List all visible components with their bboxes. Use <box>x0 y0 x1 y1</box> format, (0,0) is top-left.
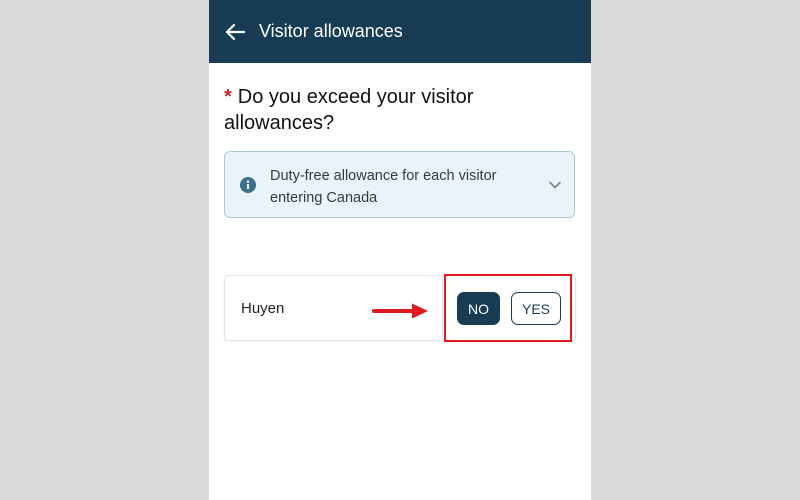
question-text: Do you exceed your visitor allowances? <box>224 86 474 134</box>
arrow-left-icon <box>225 23 246 40</box>
question-heading: * Do you exceed your visitor allowances? <box>224 84 564 136</box>
no-button[interactable]: NO <box>457 292 500 325</box>
app-header: Visitor allowances <box>209 0 591 63</box>
back-button[interactable] <box>209 0 261 63</box>
required-marker: * <box>224 86 232 108</box>
row-divider <box>442 276 443 340</box>
info-icon <box>240 177 256 193</box>
page-title: Visitor allowances <box>259 21 403 41</box>
duty-free-info-accordion[interactable]: Duty-free allowance for each visitor ent… <box>224 151 575 218</box>
info-panel-text: Duty-free allowance for each visitor ent… <box>270 168 497 206</box>
app-screen: Visitor allowances * Do you exceed your v… <box>209 0 591 500</box>
chevron-down-icon[interactable] <box>548 178 562 192</box>
screenshot-backdrop: Visitor allowances * Do you exceed your v… <box>0 0 800 500</box>
traveller-name: Huyen <box>241 300 285 317</box>
red-arrow-icon <box>372 303 428 319</box>
yes-button[interactable]: YES <box>511 292 561 325</box>
